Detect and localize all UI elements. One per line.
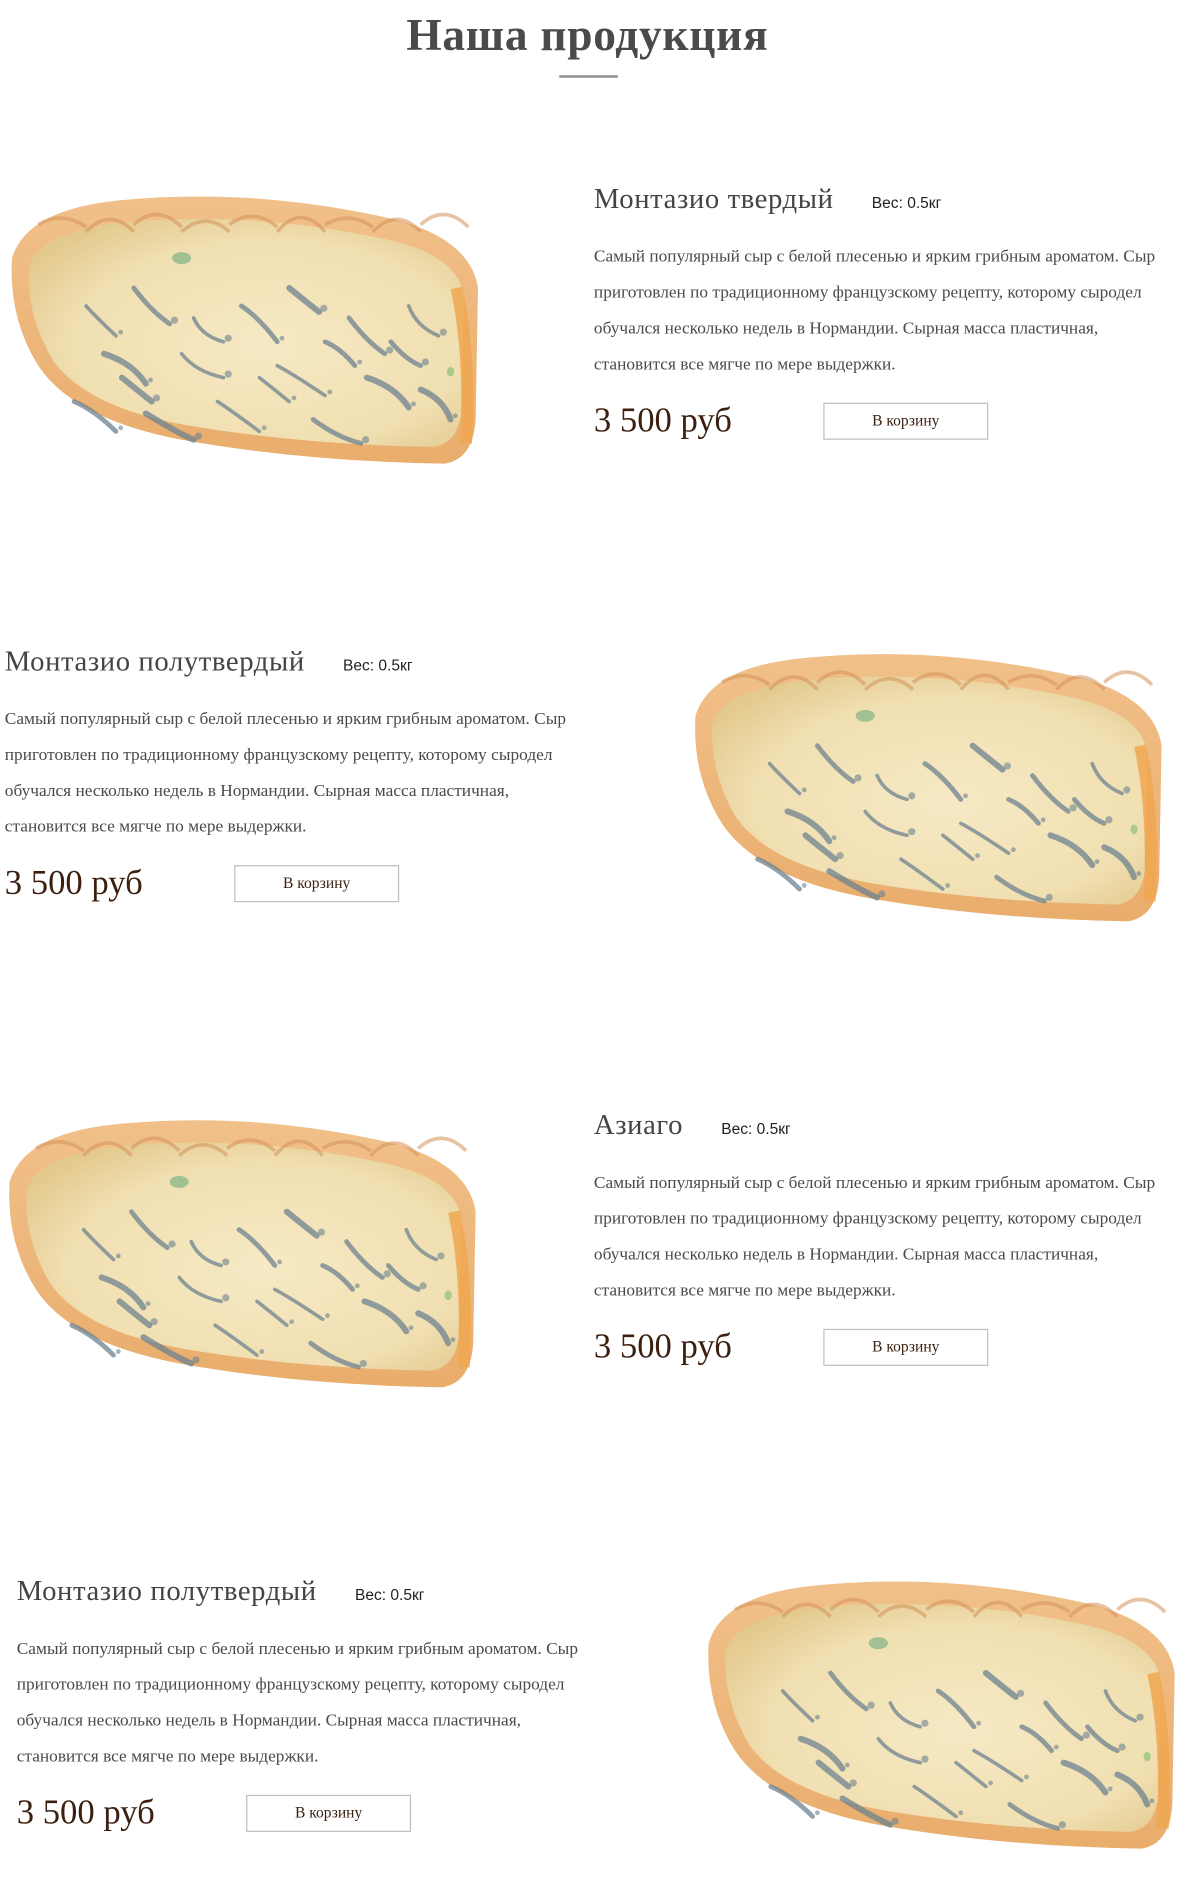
cheese-image[interactable]: [699, 1559, 1177, 1852]
purchase-row: 3 500 руб В корзину: [594, 397, 1180, 445]
add-to-cart-button[interactable]: В корзину: [234, 864, 400, 902]
product-card: Монтазио полутвердый Вес: 0.5кг Самый по…: [0, 1559, 1189, 1894]
product-description: Самый популярный сыр с белой плесенью и …: [4, 709, 567, 837]
product-name[interactable]: Монтазио полутвердый: [17, 1576, 317, 1608]
title-divider: [559, 75, 618, 78]
product-description: Самый популярный сыр с белой плесенью и …: [593, 1173, 1156, 1301]
product-header: Монтазио полутвердый Вес: 0.5кг: [5, 646, 591, 684]
product-price: 3 500 руб: [593, 1327, 732, 1366]
cheese-image[interactable]: [2, 174, 480, 467]
cheese-icon: [695, 654, 1162, 922]
product-price: 3 500 руб: [4, 863, 143, 902]
product-info: Азиаго Вес: 0.5кг Самый популярный сыр с…: [594, 1110, 1180, 1371]
product-price: 3 500 руб: [16, 1793, 155, 1832]
product-card: Монтазио полутвердый Вес: 0.5кг Самый по…: [0, 630, 1189, 965]
cheese-image[interactable]: [686, 632, 1164, 925]
product-weight: Вес: 0.5кг: [343, 656, 413, 674]
cheese-icon: [9, 1120, 476, 1388]
product-info: Монтазио твердый Вес: 0.5кг Самый популя…: [594, 184, 1180, 445]
add-to-cart-button[interactable]: В корзину: [823, 1328, 989, 1366]
products-page: Наша продукция Монтазио твердый Вес: 0.5…: [0, 0, 1189, 1887]
purchase-row: 3 500 руб В корзину: [594, 1323, 1180, 1371]
product-card: Монтазио твердый Вес: 0.5кг Самый популя…: [0, 167, 1189, 502]
cheese-icon: [708, 1581, 1175, 1849]
product-info: Монтазио полутвердый Вес: 0.5кг Самый по…: [17, 1576, 603, 1837]
product-header: Азиаго Вес: 0.5кг: [594, 1110, 1180, 1148]
cheese-icon: [11, 196, 479, 464]
product-price: 3 500 руб: [593, 400, 732, 440]
product-header: Монтазио твердый Вес: 0.5кг: [594, 184, 1180, 222]
add-to-cart-button[interactable]: В корзину: [823, 402, 989, 440]
product-name[interactable]: Азиаго: [594, 1110, 683, 1142]
page-title: Наша продукция: [406, 11, 769, 62]
product-name[interactable]: Монтазио твердый: [594, 184, 834, 216]
product-header: Монтазио полутвердый Вес: 0.5кг: [17, 1576, 603, 1614]
purchase-row: 3 500 руб В корзину: [17, 1789, 603, 1837]
product-weight: Вес: 0.5кг: [354, 1585, 425, 1604]
cheese-image[interactable]: [0, 1098, 478, 1391]
purchase-row: 3 500 руб В корзину: [5, 859, 591, 907]
add-to-cart-button[interactable]: В корзину: [246, 1794, 412, 1832]
product-weight: Вес: 0.5кг: [871, 193, 942, 212]
product-info: Монтазио полутвердый Вес: 0.5кг Самый по…: [5, 646, 591, 907]
product-name[interactable]: Монтазио полутвердый: [5, 646, 305, 678]
product-weight: Вес: 0.5кг: [721, 1119, 791, 1138]
product-description: Самый популярный сыр с белой плесенью и …: [16, 1639, 578, 1767]
product-description: Самый популярный сыр с белой плесенью и …: [593, 247, 1156, 375]
product-card: Азиаго Вес: 0.5кг Самый популярный сыр с…: [0, 1093, 1189, 1428]
